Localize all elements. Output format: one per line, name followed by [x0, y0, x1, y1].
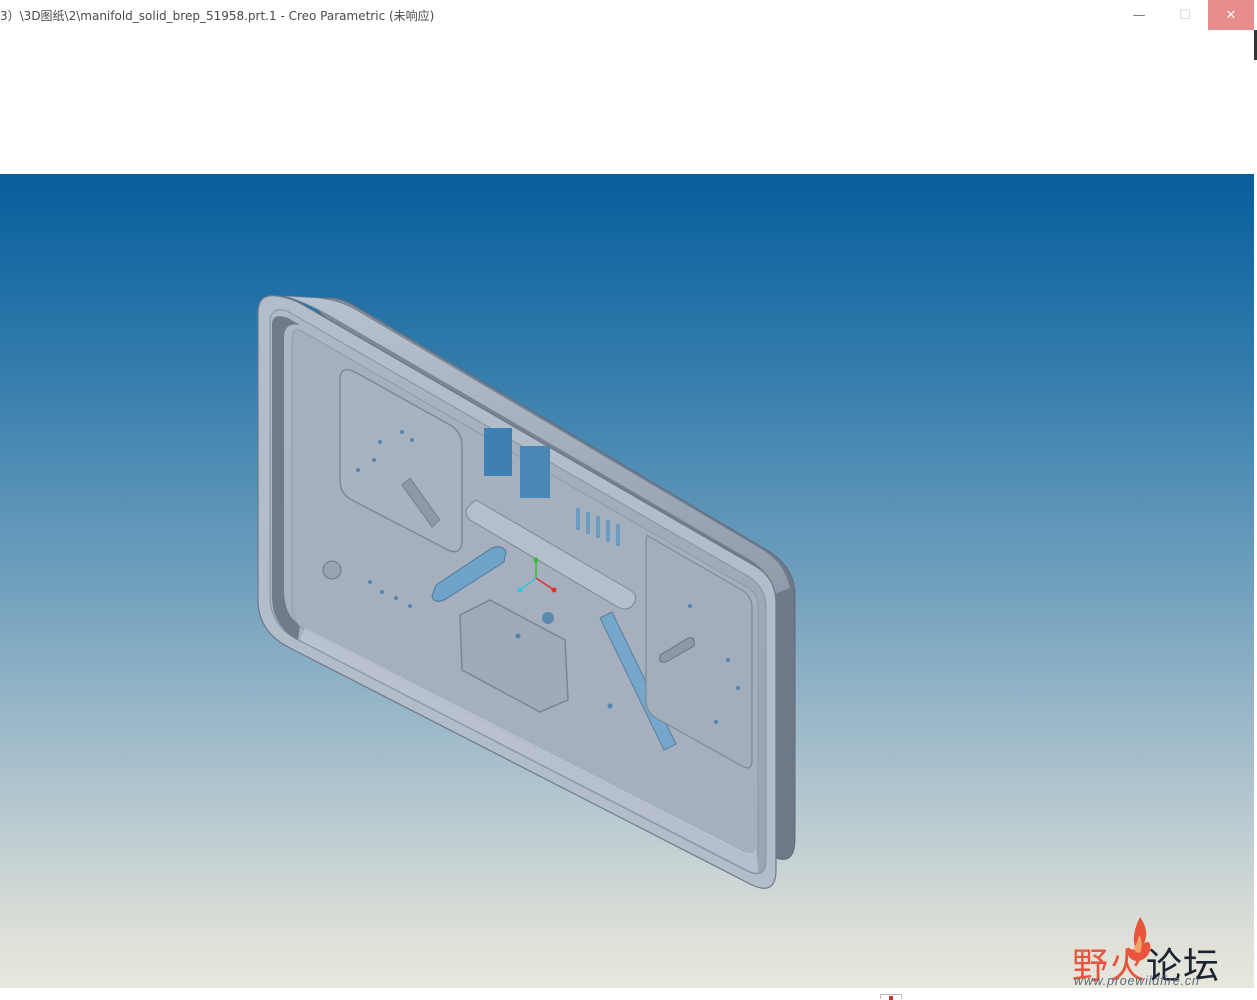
- watermark-url: www.proewildfire.cn: [1074, 974, 1200, 988]
- status-bar: [0, 988, 1257, 999]
- graphics-viewport[interactable]: [0, 174, 1254, 988]
- forum-watermark: 野火论坛 www.proewildfire.cn: [1068, 915, 1248, 990]
- ribbon-area: [0, 30, 1254, 174]
- cutout-window-1: [484, 428, 512, 476]
- part-model[interactable]: [257, 294, 796, 889]
- maximize-button[interactable]: ☐: [1162, 0, 1208, 30]
- minimize-icon: —: [1132, 7, 1146, 23]
- boss-hole: [542, 612, 554, 624]
- message-flag-icon[interactable]: [880, 994, 902, 1000]
- hole-round: [322, 560, 342, 580]
- minimize-button[interactable]: —: [1116, 0, 1162, 30]
- cutout-window-2: [520, 446, 550, 498]
- window-titlebar[interactable]: 3）\3D图纸\2\manifold_solid_brep_51958.prt.…: [0, 0, 1257, 30]
- window-title: 3）\3D图纸\2\manifold_solid_brep_51958.prt.…: [0, 9, 435, 23]
- model-canvas[interactable]: [0, 174, 1254, 988]
- close-icon: ✕: [1225, 7, 1237, 23]
- close-button[interactable]: ✕: [1208, 0, 1254, 30]
- maximize-icon: ☐: [1179, 7, 1191, 23]
